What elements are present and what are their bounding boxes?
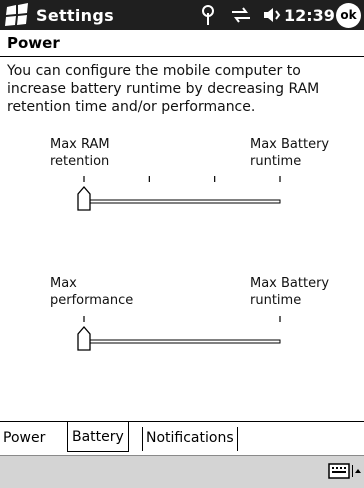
slider-track[interactable]	[83, 339, 281, 344]
ok-button[interactable]: ok	[336, 3, 361, 28]
tabs-divider	[0, 421, 364, 422]
keyboard-icon[interactable]	[328, 463, 350, 479]
ram-slider-right-label: Max Battery runtime	[250, 137, 330, 169]
performance-slider-right-label: Max Battery runtime	[250, 276, 330, 308]
slider-thumb[interactable]	[77, 326, 91, 351]
header-divider	[0, 56, 364, 57]
title-bar: Settings 12:39 ok	[0, 0, 364, 30]
ram-retention-slider[interactable]	[70, 174, 290, 214]
app-title: Settings	[36, 6, 114, 25]
slider-thumb[interactable]	[77, 186, 91, 211]
tab-notifications[interactable]: Notifications	[142, 427, 238, 451]
clock[interactable]: 12:39	[284, 6, 335, 25]
description-text: You can configure the mobile computer to…	[7, 63, 320, 115]
start-menu-icon[interactable]	[4, 3, 30, 27]
page-title: Power	[7, 34, 60, 52]
tab-power[interactable]: Power	[0, 427, 48, 451]
performance-slider-left-label: Max performance	[50, 276, 134, 308]
performance-slider[interactable]	[70, 314, 290, 354]
antenna-icon[interactable]	[200, 4, 216, 26]
up-arrow-icon[interactable]	[352, 465, 362, 477]
sync-arrows-icon[interactable]	[230, 5, 252, 25]
tab-battery[interactable]: Battery	[67, 422, 129, 452]
menu-bar	[0, 455, 364, 488]
speaker-icon[interactable]	[260, 5, 282, 25]
slider-track[interactable]	[83, 199, 281, 204]
ram-slider-left-label: Max RAM retention	[50, 137, 110, 169]
